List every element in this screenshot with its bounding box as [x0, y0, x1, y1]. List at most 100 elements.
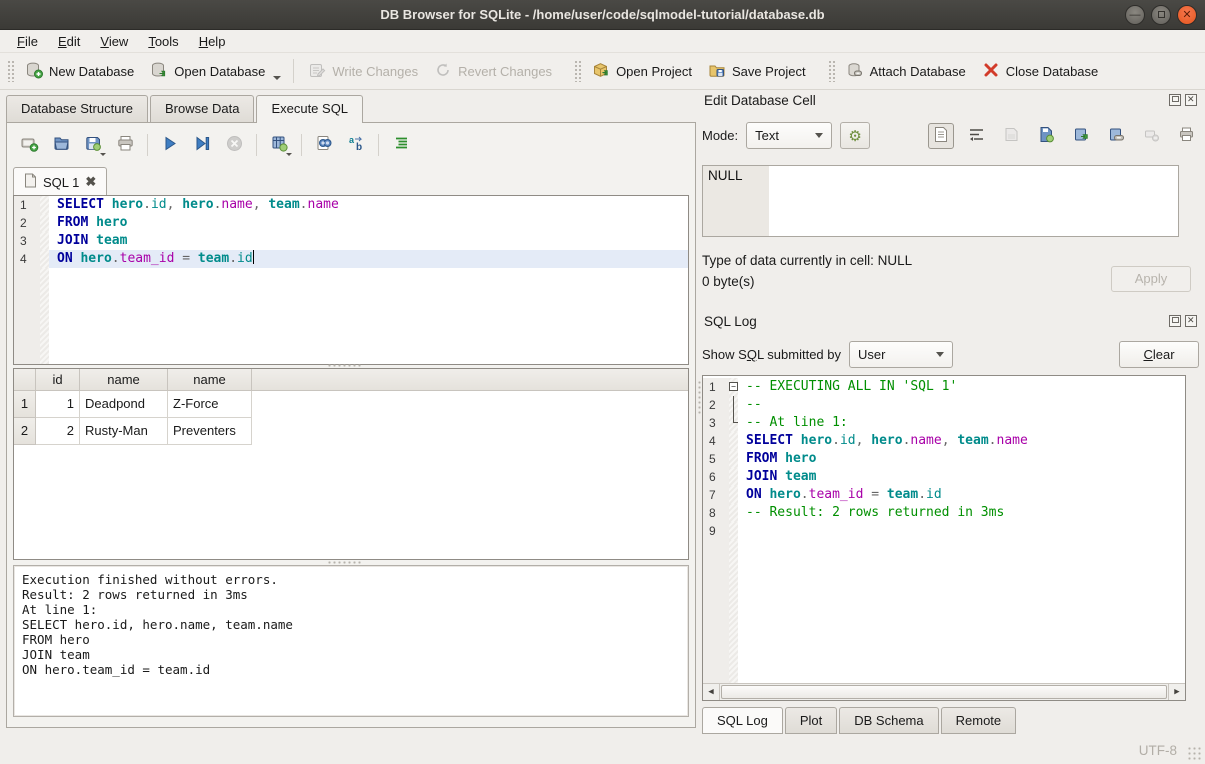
- tab-browse-data[interactable]: Browse Data: [150, 95, 254, 122]
- link-icon: [1108, 126, 1125, 146]
- print-cell-button[interactable]: [1173, 123, 1199, 149]
- execution-message-box[interactable]: Execution finished without errors.Result…: [13, 565, 689, 717]
- close-button[interactable]: ✕: [1177, 5, 1197, 25]
- code-line[interactable]: 8-- Result: 2 rows returned in 3ms: [703, 504, 1185, 522]
- close-panel-icon[interactable]: [1185, 315, 1197, 327]
- code-line[interactable]: 6JOIN team: [703, 468, 1185, 486]
- menu-help[interactable]: Help: [190, 31, 235, 52]
- auto-switch-mode-button[interactable]: ⚙: [840, 122, 870, 149]
- results-col-header-id[interactable]: id: [36, 369, 80, 390]
- toolbar-grip[interactable]: [574, 60, 581, 82]
- tab-execute-sql[interactable]: Execute SQL: [256, 95, 363, 123]
- results-col-header-name[interactable]: name: [168, 369, 252, 390]
- find-replace-button[interactable]: ab: [342, 132, 370, 158]
- float-panel-icon[interactable]: [1169, 94, 1181, 106]
- toolbar-grip[interactable]: [7, 60, 14, 82]
- text-document-button[interactable]: [928, 123, 954, 149]
- save-results-button[interactable]: [265, 132, 293, 158]
- sql-doc-tab[interactable]: SQL 1 ✖: [13, 167, 107, 196]
- code-line[interactable]: 5FROM hero: [703, 450, 1185, 468]
- code-line[interactable]: 2--: [703, 396, 1185, 414]
- float-panel-icon[interactable]: [1169, 315, 1181, 327]
- tab-sql-log[interactable]: SQL Log: [702, 707, 783, 734]
- code-line[interactable]: 2FROM hero: [14, 214, 688, 232]
- new-database-icon: [25, 61, 43, 82]
- new-database-button[interactable]: New Database: [17, 56, 142, 87]
- menu-file[interactable]: File: [8, 31, 47, 52]
- table-cell[interactable]: Preventers: [168, 418, 252, 445]
- write-changes-label: Write Changes: [332, 64, 418, 79]
- horizontal-scrollbar[interactable]: ◀ ▶: [703, 683, 1185, 700]
- tab-database-structure[interactable]: Database Structure: [6, 95, 148, 122]
- code-line[interactable]: 3-- At line 1:: [703, 414, 1185, 432]
- sql-log-filter-select[interactable]: User: [849, 341, 953, 368]
- open-database-button[interactable]: Open Database: [142, 56, 273, 87]
- splitter-results-log[interactable]: [327, 560, 363, 565]
- format-sql-button[interactable]: [387, 132, 415, 158]
- table-row[interactable]: 22Rusty-ManPreventers: [14, 418, 688, 445]
- word-wrap-icon: [968, 126, 985, 146]
- format-sql-icon: [392, 134, 411, 156]
- code-line[interactable]: 3JOIN team: [14, 232, 688, 250]
- close-database-button[interactable]: Close Database: [974, 56, 1107, 87]
- clear-log-button[interactable]: Clear: [1119, 341, 1199, 368]
- save-results-dropdown-caret[interactable]: [286, 153, 292, 156]
- open-project-button[interactable]: Open Project: [584, 56, 700, 87]
- open-sql-file-button[interactable]: [47, 132, 75, 158]
- execute-line-button[interactable]: [188, 132, 216, 158]
- code-line[interactable]: 9: [703, 522, 1185, 540]
- close-panel-icon[interactable]: [1185, 94, 1197, 106]
- save-dropdown-caret[interactable]: [100, 153, 106, 156]
- code-line[interactable]: 4ON hero.team_id = team.id: [14, 250, 688, 268]
- open-database-dropdown-caret[interactable]: [273, 76, 281, 80]
- toolbar-grip[interactable]: [828, 60, 835, 82]
- tab-plot[interactable]: Plot: [785, 707, 837, 734]
- print-button[interactable]: [111, 132, 139, 158]
- scroll-right-icon[interactable]: ▶: [1168, 684, 1185, 700]
- menu-edit[interactable]: Edit: [49, 31, 89, 52]
- code-line[interactable]: 4SELECT hero.id, hero.name, team.name: [703, 432, 1185, 450]
- table-cell[interactable]: Deadpond: [80, 391, 168, 418]
- save-project-button[interactable]: Save Project: [700, 56, 814, 87]
- table-cell[interactable]: 1: [36, 391, 80, 418]
- fold-collapse-icon[interactable]: −: [729, 382, 738, 391]
- resize-grip[interactable]: [1187, 746, 1201, 760]
- close-database-label: Close Database: [1006, 64, 1099, 79]
- menu-view[interactable]: View: [91, 31, 137, 52]
- splitter-editor-results[interactable]: [327, 363, 363, 368]
- code-line[interactable]: 1SELECT hero.id, hero.name, team.name: [14, 196, 688, 214]
- scrollbar-thumb[interactable]: [721, 685, 1167, 699]
- tab-db-schema[interactable]: DB Schema: [839, 707, 938, 734]
- sql-editor[interactable]: 1SELECT hero.id, hero.name, team.name2FR…: [13, 195, 689, 365]
- save-sql-file-button[interactable]: [79, 132, 107, 158]
- mode-select[interactable]: Text: [746, 122, 832, 149]
- table-cell[interactable]: Rusty-Man: [80, 418, 168, 445]
- code-line[interactable]: 1−-- EXECUTING ALL IN 'SQL 1': [703, 378, 1185, 396]
- table-cell[interactable]: 2: [36, 418, 80, 445]
- sql-log-view[interactable]: 1−-- EXECUTING ALL IN 'SQL 1'2--3-- At l…: [702, 375, 1186, 701]
- row-header[interactable]: 2: [14, 418, 36, 445]
- table-cell[interactable]: Z-Force: [168, 391, 252, 418]
- row-header[interactable]: 1: [14, 391, 36, 418]
- statusbar: UTF-8: [0, 735, 1205, 764]
- results-col-header-name[interactable]: name: [80, 369, 168, 390]
- save-as-icon: [1038, 126, 1055, 146]
- maximize-button[interactable]: [1151, 5, 1171, 25]
- sql-tab-close-icon[interactable]: ✖: [85, 174, 96, 190]
- tab-remote[interactable]: Remote: [941, 707, 1017, 734]
- save-cell-button[interactable]: [1033, 123, 1059, 149]
- minimize-button[interactable]: —: [1125, 5, 1145, 25]
- copy-link-button[interactable]: [1103, 123, 1129, 149]
- results-corner-header[interactable]: [14, 369, 36, 390]
- cell-value-editor[interactable]: NULL: [702, 165, 1179, 237]
- menu-tools[interactable]: Tools: [139, 31, 187, 52]
- table-row[interactable]: 11DeadpondZ-Force: [14, 391, 688, 418]
- find-button[interactable]: [310, 132, 338, 158]
- execute-all-button[interactable]: [156, 132, 184, 158]
- attach-database-button[interactable]: Attach Database: [838, 56, 974, 87]
- export-cell-button[interactable]: [1068, 123, 1094, 149]
- scroll-left-icon[interactable]: ◀: [703, 684, 720, 700]
- open-sql-tab-button[interactable]: [15, 132, 43, 158]
- word-wrap-button[interactable]: [963, 123, 989, 149]
- code-line[interactable]: 7ON hero.team_id = team.id: [703, 486, 1185, 504]
